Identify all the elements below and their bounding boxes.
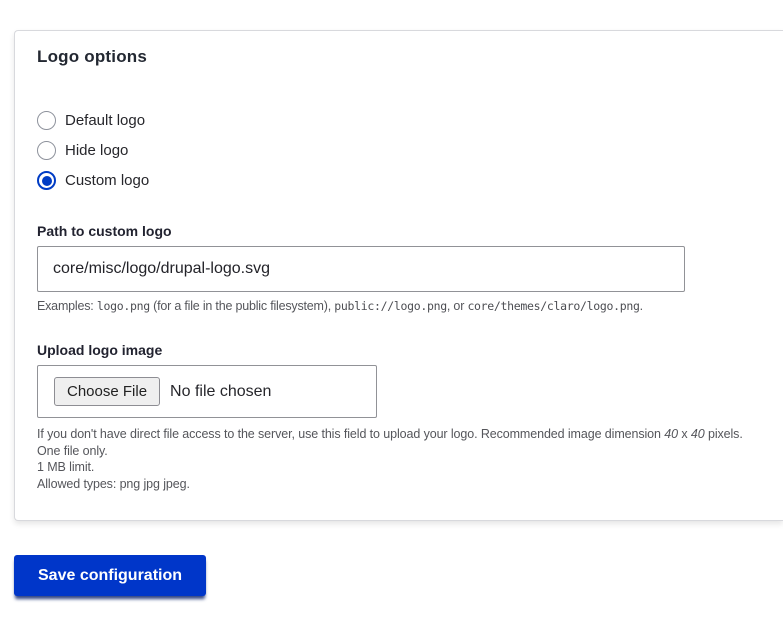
path-to-custom-logo-input[interactable]: [37, 246, 685, 292]
radio-option-default-logo[interactable]: Default logo: [37, 111, 753, 130]
logo-type-radio-group: Default logo Hide logo Custom logo: [37, 111, 753, 190]
choose-file-button[interactable]: Choose File: [54, 377, 161, 406]
upload-field-description: If you don't have direct file access to …: [37, 426, 753, 492]
example-code-1: logo.png: [96, 299, 150, 313]
example-code-3: core/themes/claro/logo.png: [467, 299, 640, 313]
upload-description-line-3: 1 MB limit.: [37, 460, 95, 474]
radio-button-default-logo[interactable]: [37, 111, 56, 130]
radio-button-hide-logo[interactable]: [37, 141, 56, 160]
file-chosen-status: No file chosen: [170, 382, 272, 400]
logo-options-fieldset: Logo options Default logo Hide logo Cust…: [14, 30, 783, 521]
radio-option-custom-logo[interactable]: Custom logo: [37, 171, 753, 190]
radio-button-custom-logo[interactable]: [37, 171, 56, 190]
upload-description-line-4: Allowed types: png jpg jpeg.: [37, 476, 190, 491]
upload-description-line-1: If you don't have direct file access to …: [37, 427, 743, 441]
page-title: Logo options: [37, 47, 148, 66]
radio-label-default-logo[interactable]: Default logo: [65, 112, 145, 129]
radio-label-custom-logo[interactable]: Custom logo: [65, 172, 149, 189]
example-code-2: public://logo.png: [334, 299, 447, 313]
path-field-description: Examples: logo.png (for a file in the pu…: [37, 299, 643, 313]
upload-field-label: Upload logo image: [37, 342, 163, 358]
upload-logo-image-field: Upload logo image Choose File No file ch…: [37, 342, 753, 492]
upload-description-line-2: One file only.: [37, 443, 108, 458]
radio-option-hide-logo[interactable]: Hide logo: [37, 141, 753, 160]
file-upload-input[interactable]: Choose File No file chosen: [37, 365, 377, 418]
path-to-custom-logo-field: Path to custom logo Examples: logo.png (…: [37, 223, 753, 314]
save-configuration-button[interactable]: Save configuration: [14, 555, 207, 596]
radio-label-hide-logo[interactable]: Hide logo: [65, 142, 128, 159]
path-field-label: Path to custom logo: [37, 223, 172, 239]
